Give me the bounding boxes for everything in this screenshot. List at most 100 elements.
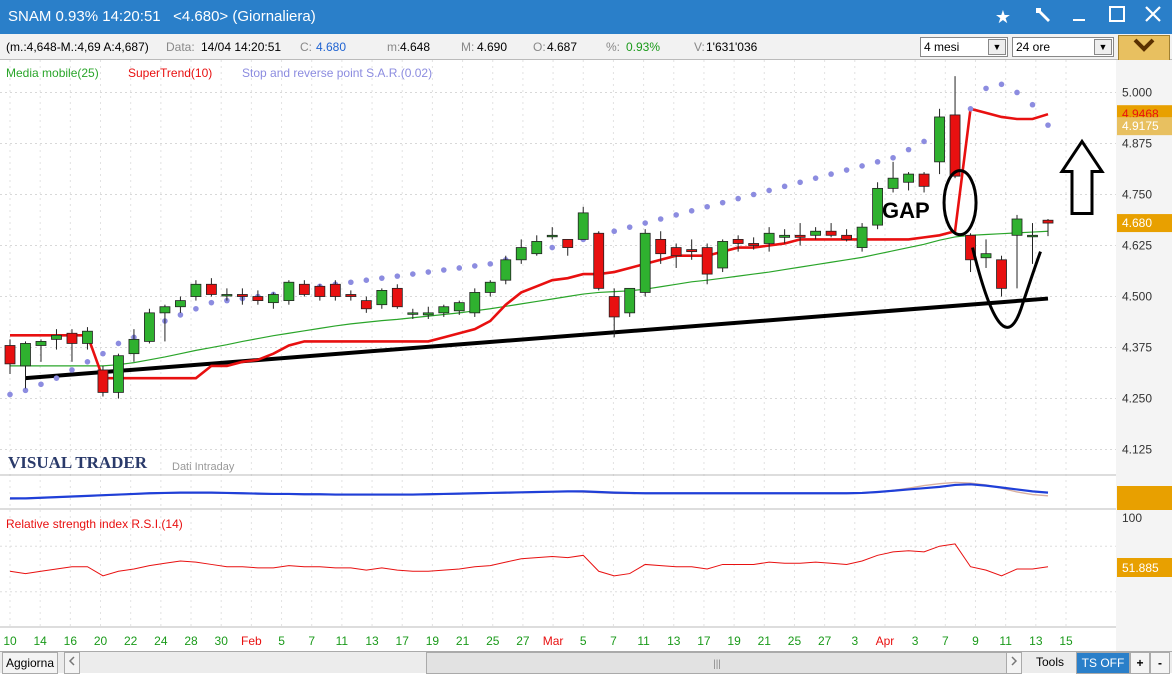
rsi-tick-100: 100 bbox=[1122, 511, 1142, 525]
x-tick-label: 27 bbox=[516, 634, 530, 648]
candle-body bbox=[190, 283, 202, 297]
title-period: (Giornaliera) bbox=[232, 8, 316, 25]
x-tick-label: 13 bbox=[667, 634, 681, 648]
x-tick-label: 19 bbox=[727, 634, 741, 648]
sar-dot bbox=[812, 175, 819, 181]
candle-body bbox=[934, 116, 945, 163]
sar-dot bbox=[410, 271, 416, 277]
info-bar: (m.:4,648-M.:4,69 A:4,687) Data: 14/04 1… bbox=[0, 34, 1172, 60]
star-icon[interactable]: ★ bbox=[990, 4, 1016, 30]
x-tick-label: 13 bbox=[365, 634, 379, 648]
sar-dot bbox=[22, 387, 29, 394]
range-text: (m.:4,648-M.:4,69 A:4,687) bbox=[6, 40, 149, 54]
maximize-glyph bbox=[1109, 6, 1125, 22]
y-tick-label: 5.000 bbox=[1122, 85, 1152, 99]
candle-body bbox=[159, 306, 171, 314]
expand-chevron-button[interactable] bbox=[1118, 35, 1170, 61]
x-tick-label: 9 bbox=[972, 634, 979, 648]
y-tick-label: 4.375 bbox=[1122, 341, 1152, 355]
candle-body bbox=[128, 338, 140, 355]
v-value: 1'631'036 bbox=[706, 40, 758, 54]
x-tick-label: 30 bbox=[215, 634, 229, 648]
watermark-sub: Dati Intraday bbox=[172, 461, 235, 473]
candle-body bbox=[639, 232, 651, 293]
candle-body bbox=[97, 369, 109, 393]
x-tick-label: 17 bbox=[396, 634, 410, 648]
sar-dot bbox=[905, 146, 912, 153]
candle-body bbox=[593, 232, 605, 289]
x-tick-label: 25 bbox=[788, 634, 802, 648]
sar-dot bbox=[84, 359, 91, 365]
candle-body bbox=[376, 290, 388, 306]
rsi-value-label: 51.885 bbox=[1122, 561, 1159, 575]
x-tick-label: 5 bbox=[278, 634, 285, 648]
pin-icon[interactable] bbox=[1030, 4, 1056, 30]
candle-body bbox=[175, 300, 186, 308]
candle-body bbox=[887, 177, 899, 189]
close-glyph bbox=[1145, 6, 1161, 22]
candle-body bbox=[4, 345, 16, 365]
sar-dot bbox=[688, 208, 695, 214]
x-tick-label: 21 bbox=[456, 634, 470, 648]
x-tick-label: 19 bbox=[426, 634, 440, 648]
x-tick-label: 20 bbox=[94, 634, 108, 648]
zoom-out-button[interactable]: - bbox=[1150, 652, 1170, 674]
zoom-in-button[interactable]: + bbox=[1130, 652, 1150, 674]
maximize-icon[interactable] bbox=[1104, 4, 1130, 30]
sar-dot bbox=[843, 167, 850, 173]
o-label: O: bbox=[533, 40, 546, 54]
x-tick-label: 7 bbox=[610, 634, 617, 648]
rsi-title: Relative strength index R.S.I.(14) bbox=[6, 517, 183, 531]
sar-dot bbox=[983, 85, 989, 92]
candle-body bbox=[608, 296, 620, 318]
chart-area[interactable]: 5.000 4.875 4.750 4.625 4.500 4.375 4.250 4.125… bbox=[0, 60, 1172, 651]
sar-dot bbox=[781, 183, 788, 190]
candle-body bbox=[515, 247, 527, 261]
sar-dot bbox=[642, 220, 648, 226]
x-tick-label: 11 bbox=[336, 634, 349, 648]
minimize-icon[interactable] bbox=[1066, 4, 1092, 30]
sar-dot bbox=[735, 195, 741, 202]
ts-off-button[interactable]: TS OFF bbox=[1076, 652, 1130, 674]
x-tick-label: 24 bbox=[154, 634, 168, 648]
sar-dot bbox=[874, 159, 881, 165]
close-icon[interactable] bbox=[1140, 4, 1166, 30]
candle-body bbox=[624, 287, 636, 314]
scroll-right-button[interactable] bbox=[1006, 652, 1022, 674]
sar-dot bbox=[425, 269, 432, 275]
legend-sar: Stop and reverse point S.A.R.(0.02) bbox=[242, 66, 432, 80]
candle-body bbox=[66, 332, 78, 344]
gap-label: GAP bbox=[882, 198, 930, 223]
candle-body bbox=[903, 173, 914, 183]
candle-body bbox=[329, 283, 341, 297]
candle-body bbox=[484, 281, 496, 293]
y-tick-label: 4.500 bbox=[1122, 290, 1152, 304]
candle-body bbox=[1027, 234, 1038, 238]
tools-button[interactable]: Tools bbox=[1026, 652, 1074, 672]
aggiorna-button[interactable]: Aggiorna bbox=[2, 652, 58, 674]
timeframe-select[interactable]: 24 ore ▼ bbox=[1012, 37, 1114, 57]
x-tick-label: Apr bbox=[876, 634, 895, 648]
candle-body bbox=[1011, 218, 1023, 236]
sar-dot bbox=[673, 212, 679, 218]
x-tick-label: 13 bbox=[1029, 634, 1043, 648]
scroll-left-button[interactable] bbox=[64, 652, 80, 674]
scrollbar-thumb[interactable]: ||| bbox=[426, 652, 1008, 674]
candle-body bbox=[794, 234, 806, 238]
y-tick-label: 4.875 bbox=[1122, 136, 1152, 150]
candle-body bbox=[236, 294, 248, 297]
sar-dot bbox=[487, 261, 494, 267]
x-tick-label: Feb bbox=[241, 634, 262, 648]
period-select[interactable]: 4 mesi ▼ bbox=[920, 37, 1008, 57]
candle-body bbox=[298, 283, 310, 295]
candle-body bbox=[360, 300, 372, 310]
title-symbol: SNAM bbox=[8, 8, 52, 25]
candle-body bbox=[531, 241, 543, 255]
candle-body bbox=[35, 341, 47, 346]
sar-dot bbox=[1029, 101, 1036, 108]
title-bar: SNAM 0.93% 14:20:51 <4.680> (Giornaliera… bbox=[0, 0, 1172, 34]
m-label: m: bbox=[387, 40, 401, 54]
candle-body bbox=[206, 283, 217, 295]
title-price: <4.680> bbox=[173, 8, 229, 25]
candle-body bbox=[267, 294, 279, 304]
